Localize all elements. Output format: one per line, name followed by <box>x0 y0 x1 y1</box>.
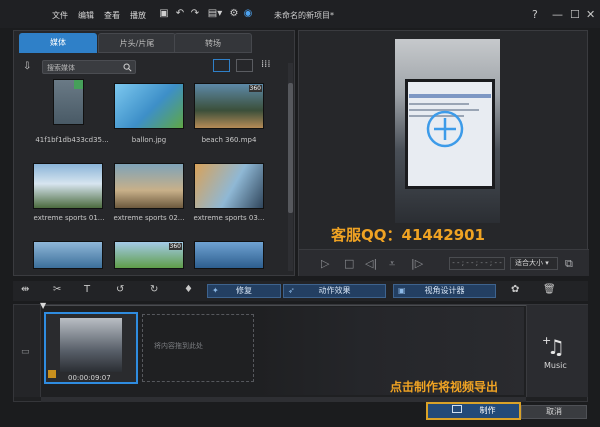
save-icon[interactable]: ▣ <box>158 8 170 19</box>
edit-toolbar: ⇹ ✂ T ↺ ↻ ♦ ✦ 修复 ➶ 动作效果 ▣ 视角设计器 ✿ 🗑 <box>13 281 588 301</box>
track-icon[interactable]: ▭ <box>21 347 30 357</box>
timeline-toggle-icon[interactable]: ⇹ <box>21 284 29 295</box>
filter-video-icon[interactable] <box>213 59 230 72</box>
playback-controls: ▷ □ ◁| ⩡ |▷ - - ; - - ; - - ; - - 适合大小 ▾… <box>299 249 589 276</box>
cancel-button[interactable]: 取消 <box>521 405 587 419</box>
media-thumb-2[interactable] <box>114 83 184 129</box>
media-thumb-3[interactable]: 360 <box>194 83 264 129</box>
cut-icon[interactable]: ✂ <box>53 284 61 295</box>
detach-preview-icon[interactable]: ⧉ <box>565 257 573 271</box>
settings-gear-icon[interactable]: ⚙ <box>228 8 240 19</box>
timeline-clip[interactable]: 00:00:09:07 <box>44 312 138 384</box>
close-button[interactable]: ✕ <box>586 8 595 21</box>
fit-size-dropdown[interactable]: 适合大小 ▾ <box>510 257 558 270</box>
redo-icon[interactable]: ↷ <box>189 8 201 19</box>
media-thumb-8[interactable]: 360 <box>114 241 184 269</box>
timecode-display: - - ; - - ; - - ; - - <box>449 257 505 270</box>
flower-effect-icon[interactable]: ✿ <box>511 284 519 295</box>
library-scrollbar[interactable] <box>288 63 293 271</box>
search-placeholder: 搜索媒体 <box>47 64 75 72</box>
view-designer-button[interactable]: ▣ 视角设计器 <box>393 284 496 298</box>
clip-thumbnail <box>60 318 122 372</box>
badge-360: 360 <box>168 243 182 250</box>
track-header: ▭ <box>14 305 41 397</box>
media-label-1: 41f1bf1db433cd35... <box>35 136 109 144</box>
screen-mode-icon[interactable]: ▤▾ <box>206 8 224 19</box>
search-icon[interactable] <box>123 63 132 72</box>
fit-size-label: 适合大小 <box>515 259 543 267</box>
rotate-right-icon[interactable]: ↻ <box>150 284 158 295</box>
menu-edit[interactable]: 编辑 <box>78 10 94 21</box>
media-thumb-9[interactable] <box>194 241 264 269</box>
media-thumb-4[interactable] <box>33 163 103 209</box>
media-label-3: beach 360.mp4 <box>201 136 257 144</box>
menu-file[interactable]: 文件 <box>52 10 68 21</box>
timeline-panel: ▭ ▼ 00:00:09:07 将内容拖到此处 ♫ + Music <box>13 301 588 402</box>
library-scroll-thumb[interactable] <box>288 83 293 213</box>
badge-360: 360 <box>248 85 262 92</box>
clip-effect-icon <box>48 370 56 378</box>
export-hint: 点击制作将视频导出 <box>390 380 499 394</box>
rotate-left-icon[interactable]: ↺ <box>116 284 124 295</box>
preview-screen[interactable] <box>395 39 500 223</box>
upgrade-icon[interactable]: ◉ <box>242 8 254 19</box>
media-library-panel: 媒体 片头/片尾 转场 ⇩ 搜索媒体 ⁞⁞⁞ 41f1bf1db433cd35.… <box>13 30 295 276</box>
media-thumb-7[interactable] <box>33 241 103 269</box>
drop-hint: 将内容拖到此处 <box>154 342 203 350</box>
tab-transition[interactable]: 转场 <box>174 33 252 53</box>
minimize-button[interactable]: — <box>552 8 563 21</box>
next-frame-icon[interactable]: |▷ <box>411 257 423 270</box>
add-icon: + <box>542 334 552 347</box>
media-label-4: extreme sports 01... <box>33 214 105 222</box>
add-center-icon[interactable] <box>425 109 465 149</box>
motion-effect-button[interactable]: ➶ 动作效果 <box>283 284 386 298</box>
delete-icon[interactable]: 🗑 <box>543 284 556 295</box>
text-icon[interactable]: T <box>84 284 90 295</box>
menu-play[interactable]: 播放 <box>130 10 146 21</box>
playhead-marker[interactable]: ▼ <box>40 301 46 310</box>
media-thumb-5[interactable] <box>114 163 184 209</box>
media-thumb-1[interactable] <box>53 79 84 125</box>
maximize-button[interactable]: ☐ <box>570 8 580 21</box>
qq-watermark: 客服QQ：41442901 <box>331 226 485 244</box>
media-thumb-6[interactable] <box>194 163 264 209</box>
tab-intro-outro[interactable]: 片头/片尾 <box>98 33 176 53</box>
previous-frame-icon[interactable]: ◁| <box>365 257 377 270</box>
checkmark-icon <box>74 80 83 89</box>
make-icon <box>451 405 462 413</box>
media-label-5: extreme sports 02... <box>113 214 185 222</box>
music-label: Music <box>544 361 567 370</box>
help-button[interactable]: ? <box>532 8 538 21</box>
repair-button[interactable]: ✦ 修复 <box>207 284 281 298</box>
menu-view[interactable]: 查看 <box>104 10 120 21</box>
effect-icon[interactable]: ♦ <box>184 284 193 295</box>
timeline-ruler <box>41 305 526 306</box>
play-icon[interactable]: ▷ <box>321 257 329 270</box>
make-button[interactable]: 制作 <box>426 402 521 420</box>
search-input[interactable]: 搜索媒体 <box>42 60 136 74</box>
filter-image-icon[interactable] <box>236 59 253 72</box>
clip-duration: 00:00:09:07 <box>68 374 111 382</box>
stop-icon[interactable]: □ <box>344 257 354 270</box>
music-track-button[interactable]: ♫ + Music <box>526 305 588 397</box>
window-title: 未命名的新项目* <box>274 11 334 20</box>
tab-media[interactable]: 媒体 <box>19 33 97 53</box>
media-label-2: ballon.jpg <box>131 136 167 144</box>
media-label-6: extreme sports 03... <box>193 214 265 222</box>
grid-view-icon[interactable]: ⁞⁞⁞ <box>261 59 271 70</box>
undo-icon[interactable]: ↶ <box>174 8 186 19</box>
import-media-icon[interactable]: ⇩ <box>23 61 31 72</box>
split-marker-icon[interactable]: ⩡ <box>389 257 395 271</box>
